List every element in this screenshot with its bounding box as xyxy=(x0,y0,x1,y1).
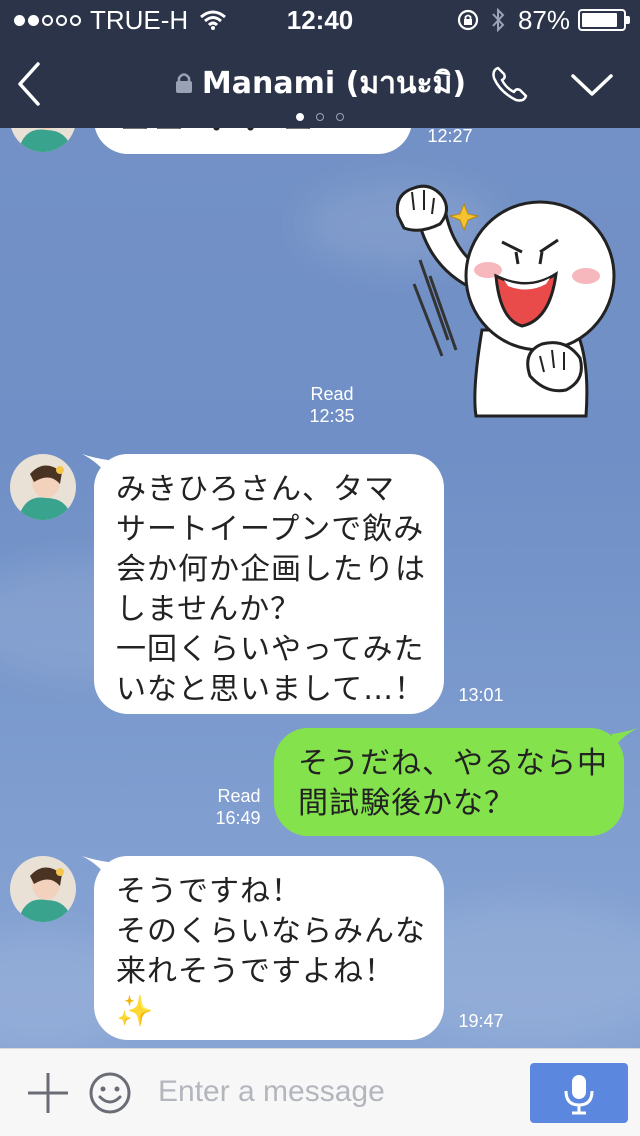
smiley-icon[interactable] xyxy=(88,1071,132,1115)
read-receipt: Read xyxy=(310,384,354,404)
page-indicator xyxy=(0,106,640,125)
bluetooth-icon xyxy=(492,7,505,33)
microphone-button[interactable] xyxy=(530,1063,628,1123)
message-line: 間試験後かな？ xyxy=(298,786,515,821)
sticker-image[interactable] xyxy=(390,180,620,420)
chevron-down-icon[interactable] xyxy=(570,72,614,98)
battery-percent: 87% xyxy=(517,5,570,35)
phone-icon[interactable] xyxy=(490,64,530,104)
message-time: 16:49 xyxy=(215,808,261,828)
message-bubble-received[interactable]: そうですね！ そのくらいならみんな 来れそうですよね！ ✨ xyxy=(94,856,444,1040)
message-input[interactable]: Enter a message xyxy=(158,1075,385,1109)
battery-nub xyxy=(626,16,630,24)
microphone-icon xyxy=(564,1075,594,1115)
message-line: 来れそうですよね！ xyxy=(116,954,395,989)
chat-screen: ーー ・・ ー 12:27 Read 12:35 みきひろさん、タマ サートイー… xyxy=(0,0,640,1136)
chat-title[interactable]: Manami (มานะมิ) xyxy=(0,60,640,107)
battery-fill xyxy=(582,13,617,27)
message-time: 12:27 xyxy=(427,126,473,146)
rotation-lock-icon xyxy=(457,9,479,31)
message-bubble-sent[interactable]: そうだね、やるなら中 間試験後かな？ xyxy=(274,728,624,836)
page-dot xyxy=(316,113,324,121)
battery-icon xyxy=(578,9,630,31)
message-line: いなと思いまして…！ xyxy=(116,672,426,707)
plus-icon[interactable] xyxy=(26,1071,70,1115)
bubble-tail xyxy=(612,728,638,750)
message-time: 13:01 xyxy=(458,685,504,705)
message-input-bar: Enter a message xyxy=(0,1048,640,1136)
read-receipt: Read xyxy=(217,786,261,806)
message-line: みきひろさん、タマ xyxy=(116,472,395,507)
message-line: そうですね！ xyxy=(116,874,302,909)
message-time: 19:47 xyxy=(458,1011,504,1031)
message-bubble-received[interactable]: みきひろさん、タマ サートイープンで飲み 会か何か企画したりは しませんか？ 一… xyxy=(94,454,444,714)
message-line: そのくらいならみんな xyxy=(116,914,426,949)
contact-name: Manami (มานะมิ) xyxy=(201,66,467,101)
sparkles-emoji: ✨ xyxy=(116,994,155,1029)
contact-avatar[interactable] xyxy=(10,856,76,922)
contact-avatar[interactable] xyxy=(10,454,76,520)
page-dot xyxy=(336,113,344,121)
navigation-bar: Manami (มานะมิ) xyxy=(0,40,640,128)
app-header: TRUE-H 12:40 87% Manami (มานะมิ) xyxy=(0,0,640,128)
message-time: 12:35 xyxy=(309,406,355,426)
message-line: そうだね、やるなら中 xyxy=(298,746,608,781)
page-dot xyxy=(296,113,304,121)
lock-icon xyxy=(175,73,192,93)
message-line: しませんか？ xyxy=(116,592,302,627)
message-line: サートイープンで飲み xyxy=(116,512,425,547)
status-bar: TRUE-H 12:40 87% xyxy=(0,0,640,40)
message-line: 一回くらいやってみた xyxy=(116,632,425,667)
message-line: 会か何か企画したりは xyxy=(116,552,426,587)
